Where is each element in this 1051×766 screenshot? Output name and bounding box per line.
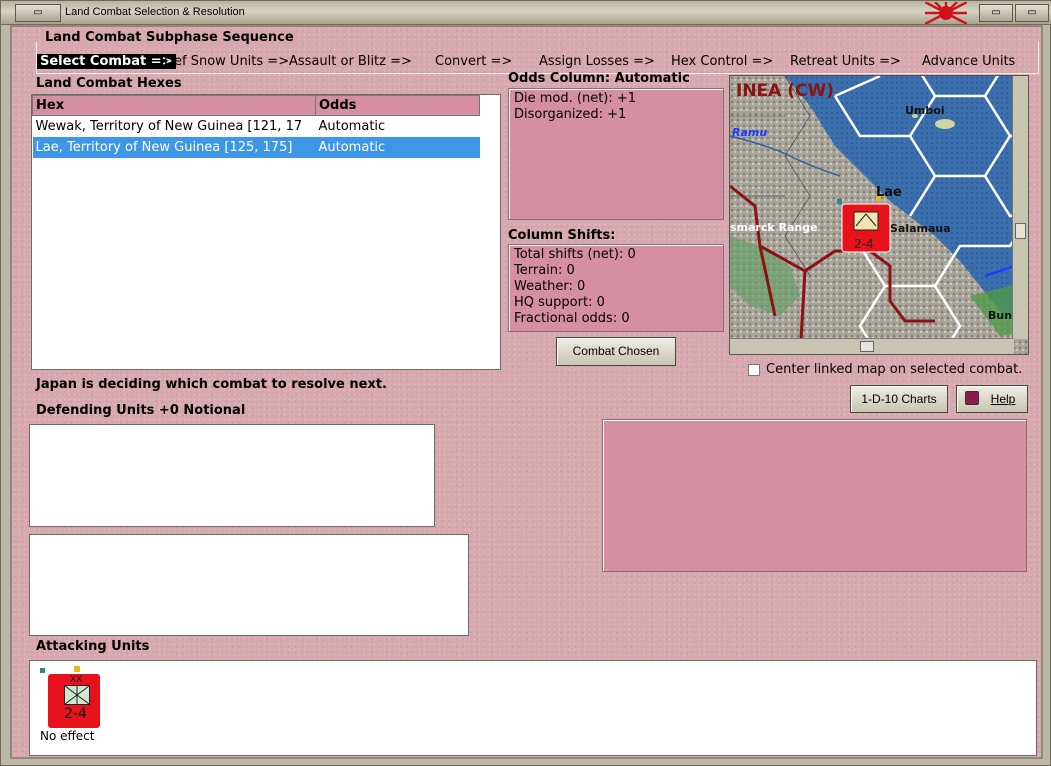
step-def-snow-units: Def Snow Units => — [164, 54, 290, 69]
center-map-checkbox[interactable] — [748, 364, 760, 376]
window-title: Land Combat Selection & Resolution — [65, 6, 245, 18]
step-select-combat: Select Combat => — [37, 54, 176, 69]
step-convert: Convert => — [435, 54, 513, 69]
counter-marker — [74, 666, 80, 672]
counter-marker — [40, 668, 45, 673]
shift-line: Total shifts (net): 0 — [514, 247, 636, 262]
odds-title: Odds Column: Automatic — [508, 71, 690, 86]
map-label-range: smarck Range — [730, 221, 818, 234]
defending-title: Defending Units +0 Notional — [36, 403, 246, 418]
unit-strength: 2-4 — [64, 706, 87, 722]
map-region-label: INEA (CW) — [736, 81, 834, 101]
center-map-label: Center linked map on selected combat. — [766, 362, 1023, 377]
combat-chosen-button[interactable]: Combat Chosen — [556, 337, 676, 366]
unit-counter-body: XX 2-4 — [48, 674, 100, 728]
map-graphic: INEA (CW) Umboi Ramu Lae smarck Range Sa… — [730, 76, 1028, 354]
map-label-bun: Bun — [988, 309, 1012, 322]
shifts-panel: Total shifts (net): 0 Terrain: 0 Weather… — [508, 244, 724, 332]
hexes-title: Land Combat Hexes — [36, 76, 182, 91]
unit-result: No effect — [40, 729, 95, 743]
odds-column-header[interactable]: Odds — [315, 95, 480, 116]
shift-line: HQ support: 0 — [514, 295, 605, 310]
dialog-content: Land Combat Subphase Sequence Select Com… — [10, 25, 1043, 759]
book-icon — [965, 391, 979, 405]
close-button[interactable]: ▭ — [1015, 4, 1049, 22]
map-label-umboi: Umboi — [905, 104, 945, 117]
map-vertical-scrollbar[interactable] — [1012, 76, 1028, 339]
table-row[interactable]: Wewak, Territory of New Guinea [121, 17 … — [33, 116, 480, 137]
combat-info-panel — [602, 419, 1027, 572]
rising-sun-icon — [925, 2, 967, 24]
help-button[interactable]: Help — [956, 385, 1028, 413]
title-bar: ▭ Land Combat Selection & Resolution ▭ ▭ — [1, 1, 1051, 25]
hex-cell: Lae, Territory of New Guinea [125, 175] — [32, 136, 316, 158]
step-retreat-units: Retreat Units => — [790, 54, 901, 69]
shifts-title: Column Shifts: — [508, 228, 616, 243]
charts-button[interactable]: 1-D-10 Charts — [850, 385, 948, 413]
hex-cell: Wewak, Territory of New Guinea [121, 17 — [35, 118, 303, 134]
hex-column-header[interactable]: Hex — [32, 95, 316, 116]
window-frame: ▭ Land Combat Selection & Resolution ▭ ▭… — [0, 0, 1051, 766]
linked-map[interactable]: INEA (CW) Umboi Ramu Lae smarck Range Sa… — [729, 75, 1029, 355]
infantry-symbol-icon — [64, 685, 90, 705]
unit-size: XX — [70, 675, 83, 685]
attacking-units-panel: XX 2-4 No effect — [29, 660, 1037, 756]
sequence-title: Land Combat Subphase Sequence — [43, 30, 296, 45]
odds-panel: Die mod. (net): +1 Disorganized: +1 — [508, 88, 724, 220]
status-message: Japan is deciding which combat to resolv… — [36, 377, 387, 392]
map-hscroll-thumb[interactable] — [860, 341, 874, 352]
shift-line: Terrain: 0 — [514, 263, 575, 278]
help-label: Help — [990, 392, 1016, 406]
defending-units-panel[interactable] — [29, 424, 435, 527]
defending-detail-panel — [29, 534, 469, 636]
map-unit-counter: 2-4 — [841, 203, 891, 253]
step-assault-or-blitz: Assault or Blitz => — [289, 54, 412, 69]
step-advance-units: Advance Units — [922, 54, 1016, 69]
table-row-selected[interactable]: Lae, Territory of New Guinea [125, 175] … — [32, 136, 480, 158]
shift-line: Weather: 0 — [514, 279, 586, 294]
minimize-button[interactable]: ▭ — [979, 4, 1013, 22]
map-vscroll-thumb[interactable] — [1015, 223, 1026, 239]
map-label-salamaua: Salamaua — [890, 222, 951, 235]
hexes-list: Hex Odds Wewak, Territory of New Guinea … — [31, 94, 501, 370]
odds-line: Die mod. (net): +1 — [514, 91, 637, 106]
shift-line: Fractional odds: 0 — [514, 311, 630, 326]
odds-line: Disorganized: +1 — [514, 107, 627, 122]
map-label-ramu: Ramu — [732, 126, 767, 139]
map-horizontal-scrollbar[interactable] — [730, 338, 1014, 354]
odds-cell: Automatic — [315, 136, 480, 158]
attacking-title: Attacking Units — [36, 639, 150, 654]
attacking-unit-counter[interactable]: XX 2-4 — [40, 666, 100, 728]
odds-cell: Automatic — [318, 118, 386, 134]
map-unit-strength: 2-4 — [854, 237, 874, 251]
step-hex-control: Hex Control => — [671, 54, 774, 69]
system-menu-button[interactable]: ▭ — [15, 4, 61, 22]
step-assign-losses: Assign Losses => — [539, 54, 655, 69]
